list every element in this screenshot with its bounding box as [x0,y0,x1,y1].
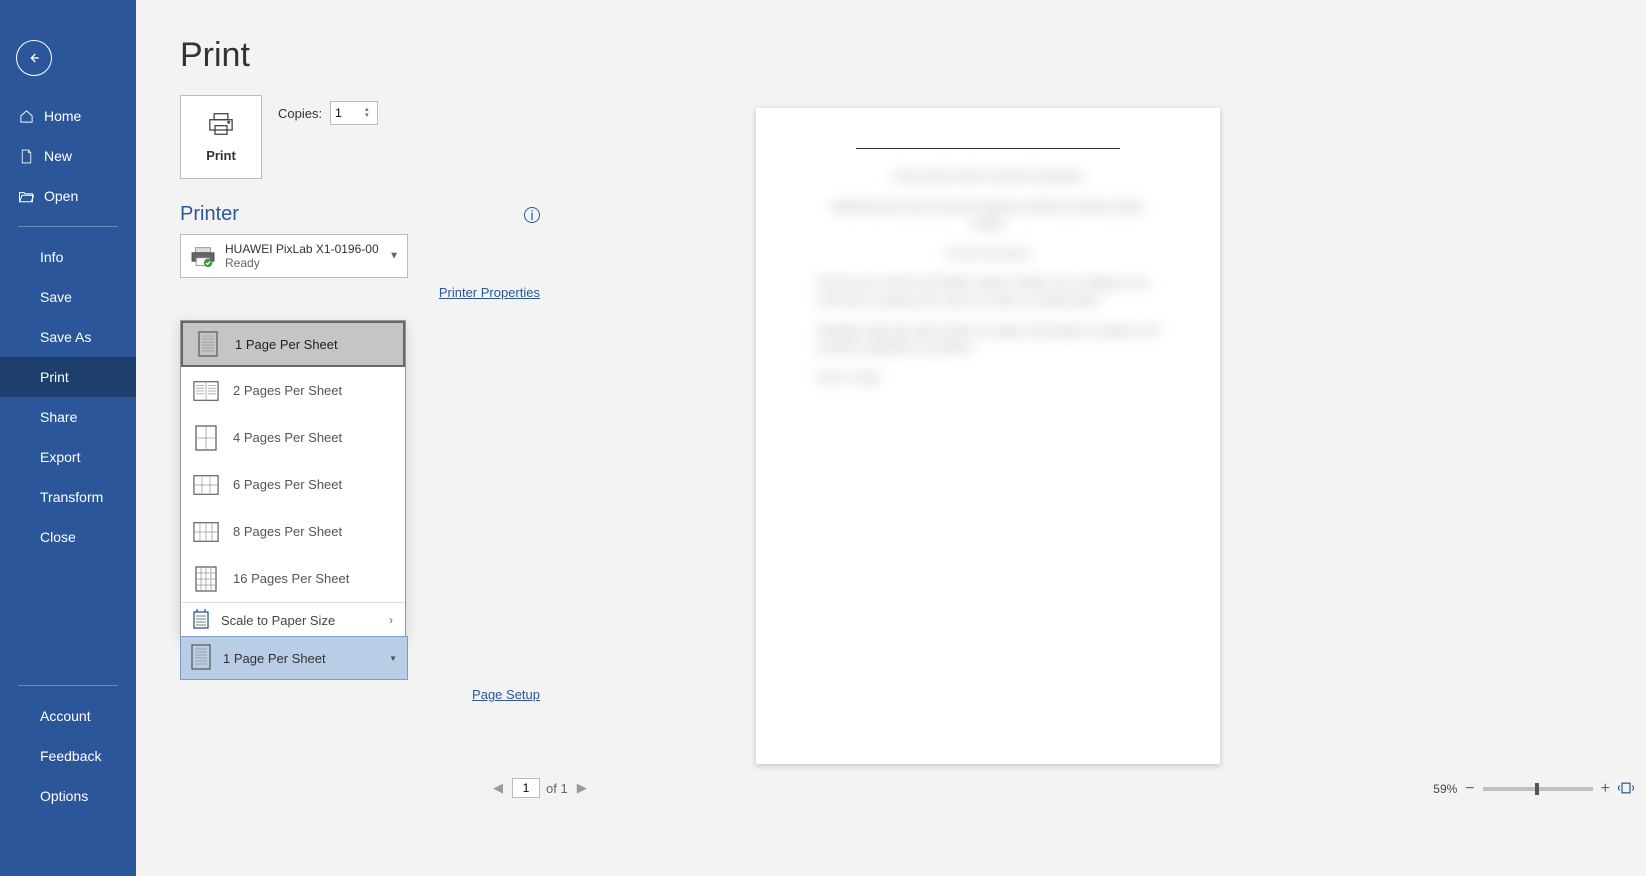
scale-to-paper-size[interactable]: Scale to Paper Size › [181,603,405,637]
pps-current-label: 1 Page Per Sheet [223,651,326,666]
nav-label: Info [40,249,63,265]
page-8-icon [193,517,219,547]
nav-open[interactable]: Open [0,176,136,216]
pps-option-2[interactable]: 2 Pages Per Sheet [181,367,405,414]
nav-info[interactable]: Info [0,237,136,277]
nav-options[interactable]: Options [0,776,136,816]
scale-icon [193,609,209,632]
page-6-icon [193,470,219,500]
page-4-icon [193,423,219,453]
page-number-input[interactable] [512,778,540,798]
printer-icon [207,112,235,136]
chevron-down-icon: ▼ [389,251,399,262]
next-page-button[interactable]: ▶ [574,780,590,796]
nav-label: Home [44,108,81,124]
preview-divider [856,148,1120,149]
page-title: Print [136,0,1646,95]
zoom-percent: 59% [1433,782,1457,796]
zoom-out-button[interactable]: − [1465,780,1474,798]
backstage-sidebar: Home New Open Info Save Save As Print Sh… [0,0,136,876]
nav-label: New [44,148,72,164]
scale-label: Scale to Paper Size [221,613,335,628]
nav-label: Account [40,708,91,724]
pps-label: 8 Pages Per Sheet [233,524,342,539]
printer-properties-link[interactable]: Printer Properties [439,285,540,300]
new-doc-icon [18,148,34,164]
print-preview: Lorem ipsum dolor sit amet consectetur A… [756,108,1220,764]
printer-status: Ready [225,256,379,270]
nav-label: Save As [40,329,91,345]
fit-page-icon[interactable] [1618,781,1634,798]
pps-option-16[interactable]: 16 Pages Per Sheet [181,555,405,602]
pps-label: 4 Pages Per Sheet [233,430,342,445]
nav-share[interactable]: Share [0,397,136,437]
pps-option-4[interactable]: 4 Pages Per Sheet [181,414,405,461]
printer-heading: Printer i [136,203,540,226]
preview-content: Lorem ipsum dolor sit amet consectetur A… [816,169,1160,387]
page-2-icon [193,376,219,406]
pps-option-8[interactable]: 8 Pages Per Sheet [181,508,405,555]
pps-label: 6 Pages Per Sheet [233,477,342,492]
nav-new[interactable]: New [0,136,136,176]
copies-input[interactable]: 1 ▴ ▾ [330,101,378,125]
chevron-down-icon: ▼ [389,654,397,663]
printer-select[interactable]: HUAWEI PixLab X1-0196-00 Ready ▼ [180,234,408,278]
nav-transform[interactable]: Transform [0,477,136,517]
nav-separator [18,685,118,686]
pps-option-6[interactable]: 6 Pages Per Sheet [181,461,405,508]
nav-label: Save [40,289,72,305]
copies-value: 1 [335,106,342,120]
page-16-icon [193,564,219,594]
nav-home[interactable]: Home [0,96,136,136]
print-button-label: Print [206,148,236,163]
page-1-icon [191,644,211,673]
nav-label: Print [40,369,69,385]
zoom-slider[interactable] [1483,787,1593,791]
printer-info-icon[interactable]: i [524,207,540,223]
nav-label: Export [40,449,80,465]
pages-per-sheet-select[interactable]: 1 Page Per Sheet ▼ [180,636,408,680]
zoom-controls: 59% − + [1433,780,1634,798]
home-icon [18,108,34,124]
prev-page-button[interactable]: ◀ [490,780,506,796]
main-content: Print Print Copies: 1 ▴ ▾ Printer i [136,0,1646,876]
nav-label: Feedback [40,748,101,764]
pps-label: 2 Pages Per Sheet [233,383,342,398]
pps-option-1[interactable]: 1 Page Per Sheet [181,321,405,367]
copies-label: Copies: [278,106,322,121]
printer-name: HUAWEI PixLab X1-0196-00 [225,242,379,256]
nav-label: Close [40,529,76,545]
nav-export[interactable]: Export [0,437,136,477]
preview-page-nav: ◀ of 1 ▶ [490,778,590,798]
print-button[interactable]: Print [180,95,262,179]
nav-separator [18,226,118,227]
zoom-in-button[interactable]: + [1601,780,1610,798]
nav-close[interactable]: Close [0,517,136,557]
nav-save-as[interactable]: Save As [0,317,136,357]
nav-label: Transform [40,489,103,505]
pps-label: 1 Page Per Sheet [235,337,338,352]
pages-per-sheet-menu: 1 Page Per Sheet 2 Pages Per Sheet 4 Pag… [180,320,406,638]
nav-account[interactable]: Account [0,696,136,736]
page-1-icon [195,329,221,359]
printer-device-icon [189,246,217,266]
copies-down[interactable]: ▾ [365,113,373,119]
nav-label: Share [40,409,77,425]
page-setup-link[interactable]: Page Setup [472,687,540,702]
nav-label: Options [40,788,88,804]
open-icon [18,188,34,204]
page-count: of 1 [546,781,568,796]
chevron-right-icon: › [389,613,393,627]
nav-label: Open [44,188,78,204]
pps-label: 16 Pages Per Sheet [233,571,349,586]
nav-feedback[interactable]: Feedback [0,736,136,776]
back-button[interactable] [16,40,52,76]
nav-save[interactable]: Save [0,277,136,317]
nav-print[interactable]: Print [0,357,136,397]
